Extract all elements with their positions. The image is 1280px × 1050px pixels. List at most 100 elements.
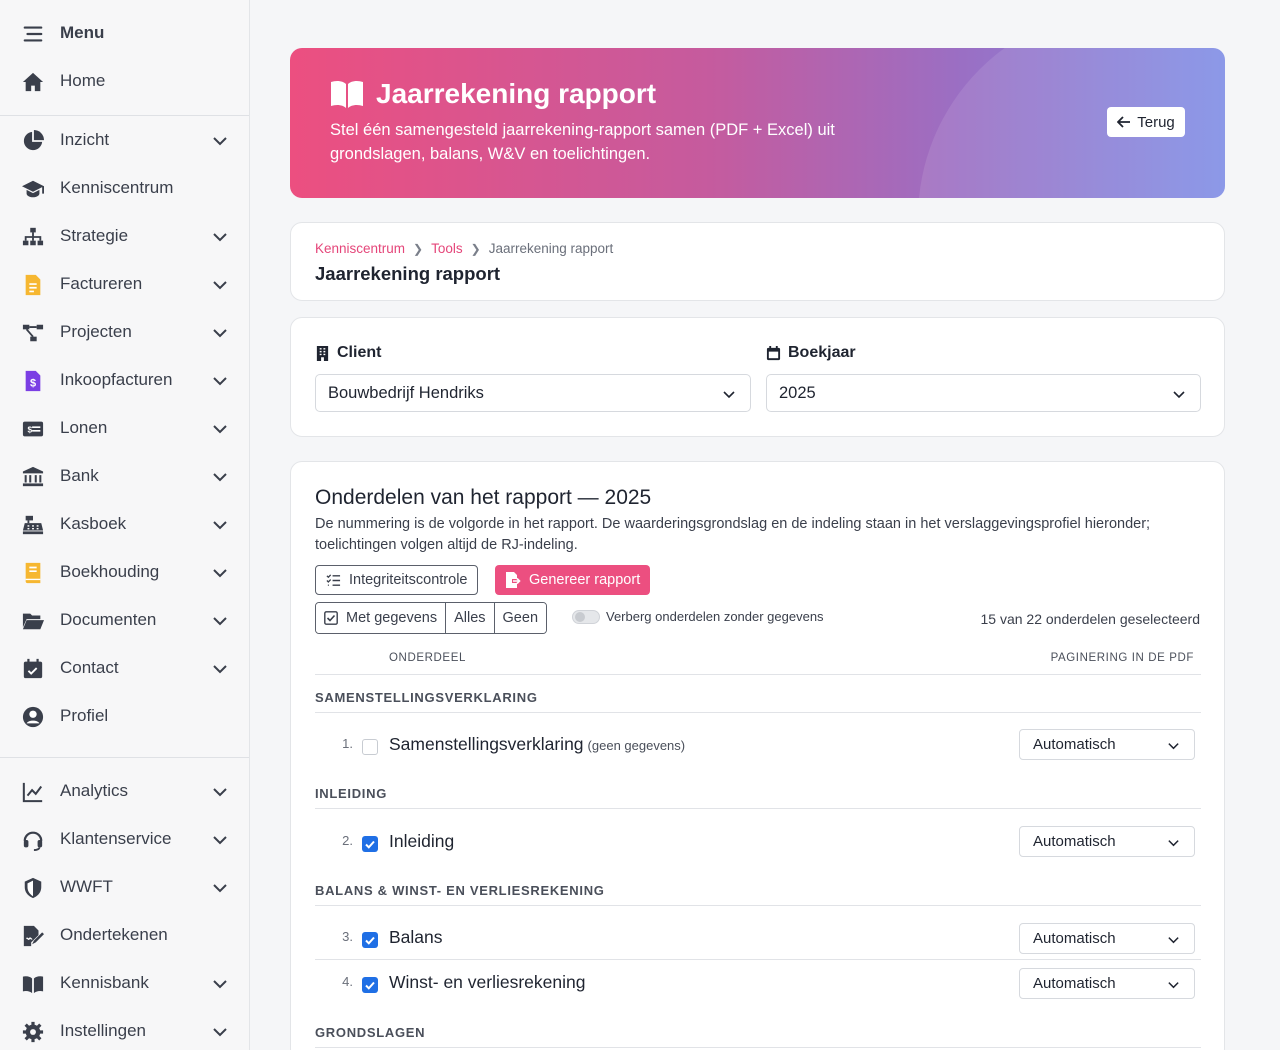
year-select[interactable]: 2025 xyxy=(766,374,1201,412)
sidebar-item-kennisbank[interactable]: Kennisbank xyxy=(0,959,249,1007)
chevron-down-icon xyxy=(1168,937,1179,944)
hero-banner: Jaarrekening rapport Stel één samengeste… xyxy=(290,48,1225,198)
row-label-text: Winst- en verliesrekening xyxy=(389,972,586,992)
generate-report-button[interactable]: Genereer rapport xyxy=(495,565,651,595)
headset-icon xyxy=(20,827,45,852)
client-select[interactable]: Bouwbedrijf Hendriks xyxy=(315,374,751,412)
row-checkbox[interactable] xyxy=(362,739,378,755)
sidebar-item-documenten[interactable]: Documenten xyxy=(0,596,249,644)
client-label: Client xyxy=(315,344,381,362)
row-checkbox[interactable] xyxy=(362,977,378,993)
menu-toggle[interactable]: Menu xyxy=(0,9,249,57)
chevron-down-icon xyxy=(212,565,228,581)
hide-empty-label: Verberg onderdelen zonder gegevens xyxy=(606,609,824,624)
sidebar-item-factureren[interactable]: Factureren xyxy=(0,260,249,308)
sidebar-item-wwft[interactable]: WWFT xyxy=(0,863,249,911)
sitemap-icon xyxy=(20,224,45,249)
list-check-icon xyxy=(326,573,341,586)
column-header-section: ONDERDEEL xyxy=(389,652,466,664)
sidebar-item-label: Profiel xyxy=(60,706,109,725)
sidebar-item-label: Projecten xyxy=(60,322,132,341)
line-chart-icon xyxy=(20,779,45,804)
selection-filter-group: Met gegevens Alles Geen xyxy=(315,602,548,634)
row-checkbox[interactable] xyxy=(362,932,378,948)
sidebar-item-label: WWFT xyxy=(60,877,113,896)
pagination-value: Automatisch xyxy=(1033,833,1116,850)
sidebar-item-label: Home xyxy=(60,71,106,90)
chevron-down-icon xyxy=(212,469,228,485)
bank-icon xyxy=(20,464,45,489)
sidebar-item-home[interactable]: Home xyxy=(0,57,249,105)
filter-all-button[interactable]: Alles xyxy=(446,603,495,633)
sidebar-item-inzicht[interactable]: Inzicht xyxy=(0,116,249,164)
sidebar-item-boekhouding[interactable]: Boekhouding xyxy=(0,548,249,596)
filter-with-data-label: Met gegevens xyxy=(346,610,438,626)
home-icon xyxy=(20,69,45,94)
sidebar-item-kenniscentrum[interactable]: Kenniscentrum xyxy=(0,164,249,212)
sidebar-item-label: Klantenservice xyxy=(60,829,172,848)
sidebar-item-profiel[interactable]: Profiel xyxy=(0,692,249,740)
sidebar-item-label: Contact xyxy=(60,658,119,677)
row-label: Inleiding xyxy=(389,831,454,852)
group-divider xyxy=(315,712,1201,713)
chevron-down-icon xyxy=(212,880,228,896)
group-title: SAMENSTELLINGSVERKLARING xyxy=(315,690,538,705)
chevron-down-icon xyxy=(723,391,735,399)
group-divider xyxy=(315,1047,1201,1048)
chevron-down-icon xyxy=(212,976,228,992)
hamburger-icon xyxy=(20,21,45,46)
folder-open-icon xyxy=(20,608,45,633)
row-label: Samenstellingsverklaring (geen gegevens) xyxy=(389,734,685,755)
sidebar-item-analytics[interactable]: Analytics xyxy=(0,767,249,815)
row-checkbox[interactable] xyxy=(362,836,378,852)
pagination-select[interactable]: Automatisch xyxy=(1019,729,1195,760)
sidebar-item-label: Kennisbank xyxy=(60,973,149,992)
integrity-check-button[interactable]: Integriteitscontrole xyxy=(315,565,479,595)
check-icon xyxy=(365,936,375,945)
report-description: De nummering is de volgorde in het rappo… xyxy=(315,516,1151,553)
sidebar-divider xyxy=(0,757,249,758)
pagination-select[interactable]: Automatisch xyxy=(1019,826,1195,857)
sidebar-item-instellingen[interactable]: Instellingen xyxy=(0,1007,249,1050)
sidebar-item-projecten[interactable]: Projecten xyxy=(0,308,249,356)
chevron-down-icon xyxy=(212,613,228,629)
pagination-value: Automatisch xyxy=(1033,736,1116,753)
sidebar-item-contact[interactable]: Contact xyxy=(0,644,249,692)
chevron-down-icon xyxy=(212,277,228,293)
row-note: (geen gegevens) xyxy=(587,738,686,753)
file-invoice-dollar-icon: $ xyxy=(20,368,45,393)
hide-empty-toggle[interactable] xyxy=(572,610,600,624)
chevron-down-icon xyxy=(212,373,228,389)
breadcrumb-card: Kenniscentrum ❯ Tools ❯ Jaarrekening rap… xyxy=(290,222,1225,301)
breadcrumb-link-kenniscentrum[interactable]: Kenniscentrum xyxy=(315,241,405,256)
filter-none-button[interactable]: Geen xyxy=(494,603,547,633)
sidebar-item-label: Factureren xyxy=(60,274,143,293)
chevron-down-icon xyxy=(212,661,228,677)
shield-icon xyxy=(20,875,45,900)
sidebar-item-ondertekenen[interactable]: Ondertekenen xyxy=(0,911,249,959)
check-icon xyxy=(365,840,375,849)
year-label: Boekjaar xyxy=(766,344,856,362)
filter-card: Client Bouwbedrijf Hendriks Boekjaar 202… xyxy=(290,317,1225,437)
chevron-down-icon xyxy=(1168,840,1179,847)
back-button[interactable]: Terug xyxy=(1107,107,1185,137)
breadcrumb-link-tools[interactable]: Tools xyxy=(431,241,463,256)
sidebar-item-inkoopfacturen[interactable]: $ Inkoopfacturen xyxy=(0,356,249,404)
check-icon xyxy=(365,981,375,990)
filter-with-data-button[interactable]: Met gegevens xyxy=(316,603,447,633)
column-header-pagination: PAGINERING IN DE PDF xyxy=(1050,652,1194,664)
sidebar-item-kasboek[interactable]: Kasboek xyxy=(0,500,249,548)
cash-register-icon xyxy=(20,512,45,537)
client-select-value: Bouwbedrijf Hendriks xyxy=(328,383,484,402)
pagination-select[interactable]: Automatisch xyxy=(1019,968,1195,999)
sidebar-item-bank[interactable]: Bank xyxy=(0,452,249,500)
pagination-select[interactable]: Automatisch xyxy=(1019,923,1195,954)
sidebar-item-klantenservice[interactable]: Klantenservice xyxy=(0,815,249,863)
file-signature-icon xyxy=(20,923,45,948)
menu-label: Menu xyxy=(60,23,105,42)
row-label-text: Samenstellingsverklaring xyxy=(389,734,584,754)
sidebar-item-label: Strategie xyxy=(60,226,129,245)
sidebar-item-label: Analytics xyxy=(60,781,129,800)
sidebar-item-lonen[interactable]: $ Lonen xyxy=(0,404,249,452)
sidebar-item-strategie[interactable]: Strategie xyxy=(0,212,249,260)
